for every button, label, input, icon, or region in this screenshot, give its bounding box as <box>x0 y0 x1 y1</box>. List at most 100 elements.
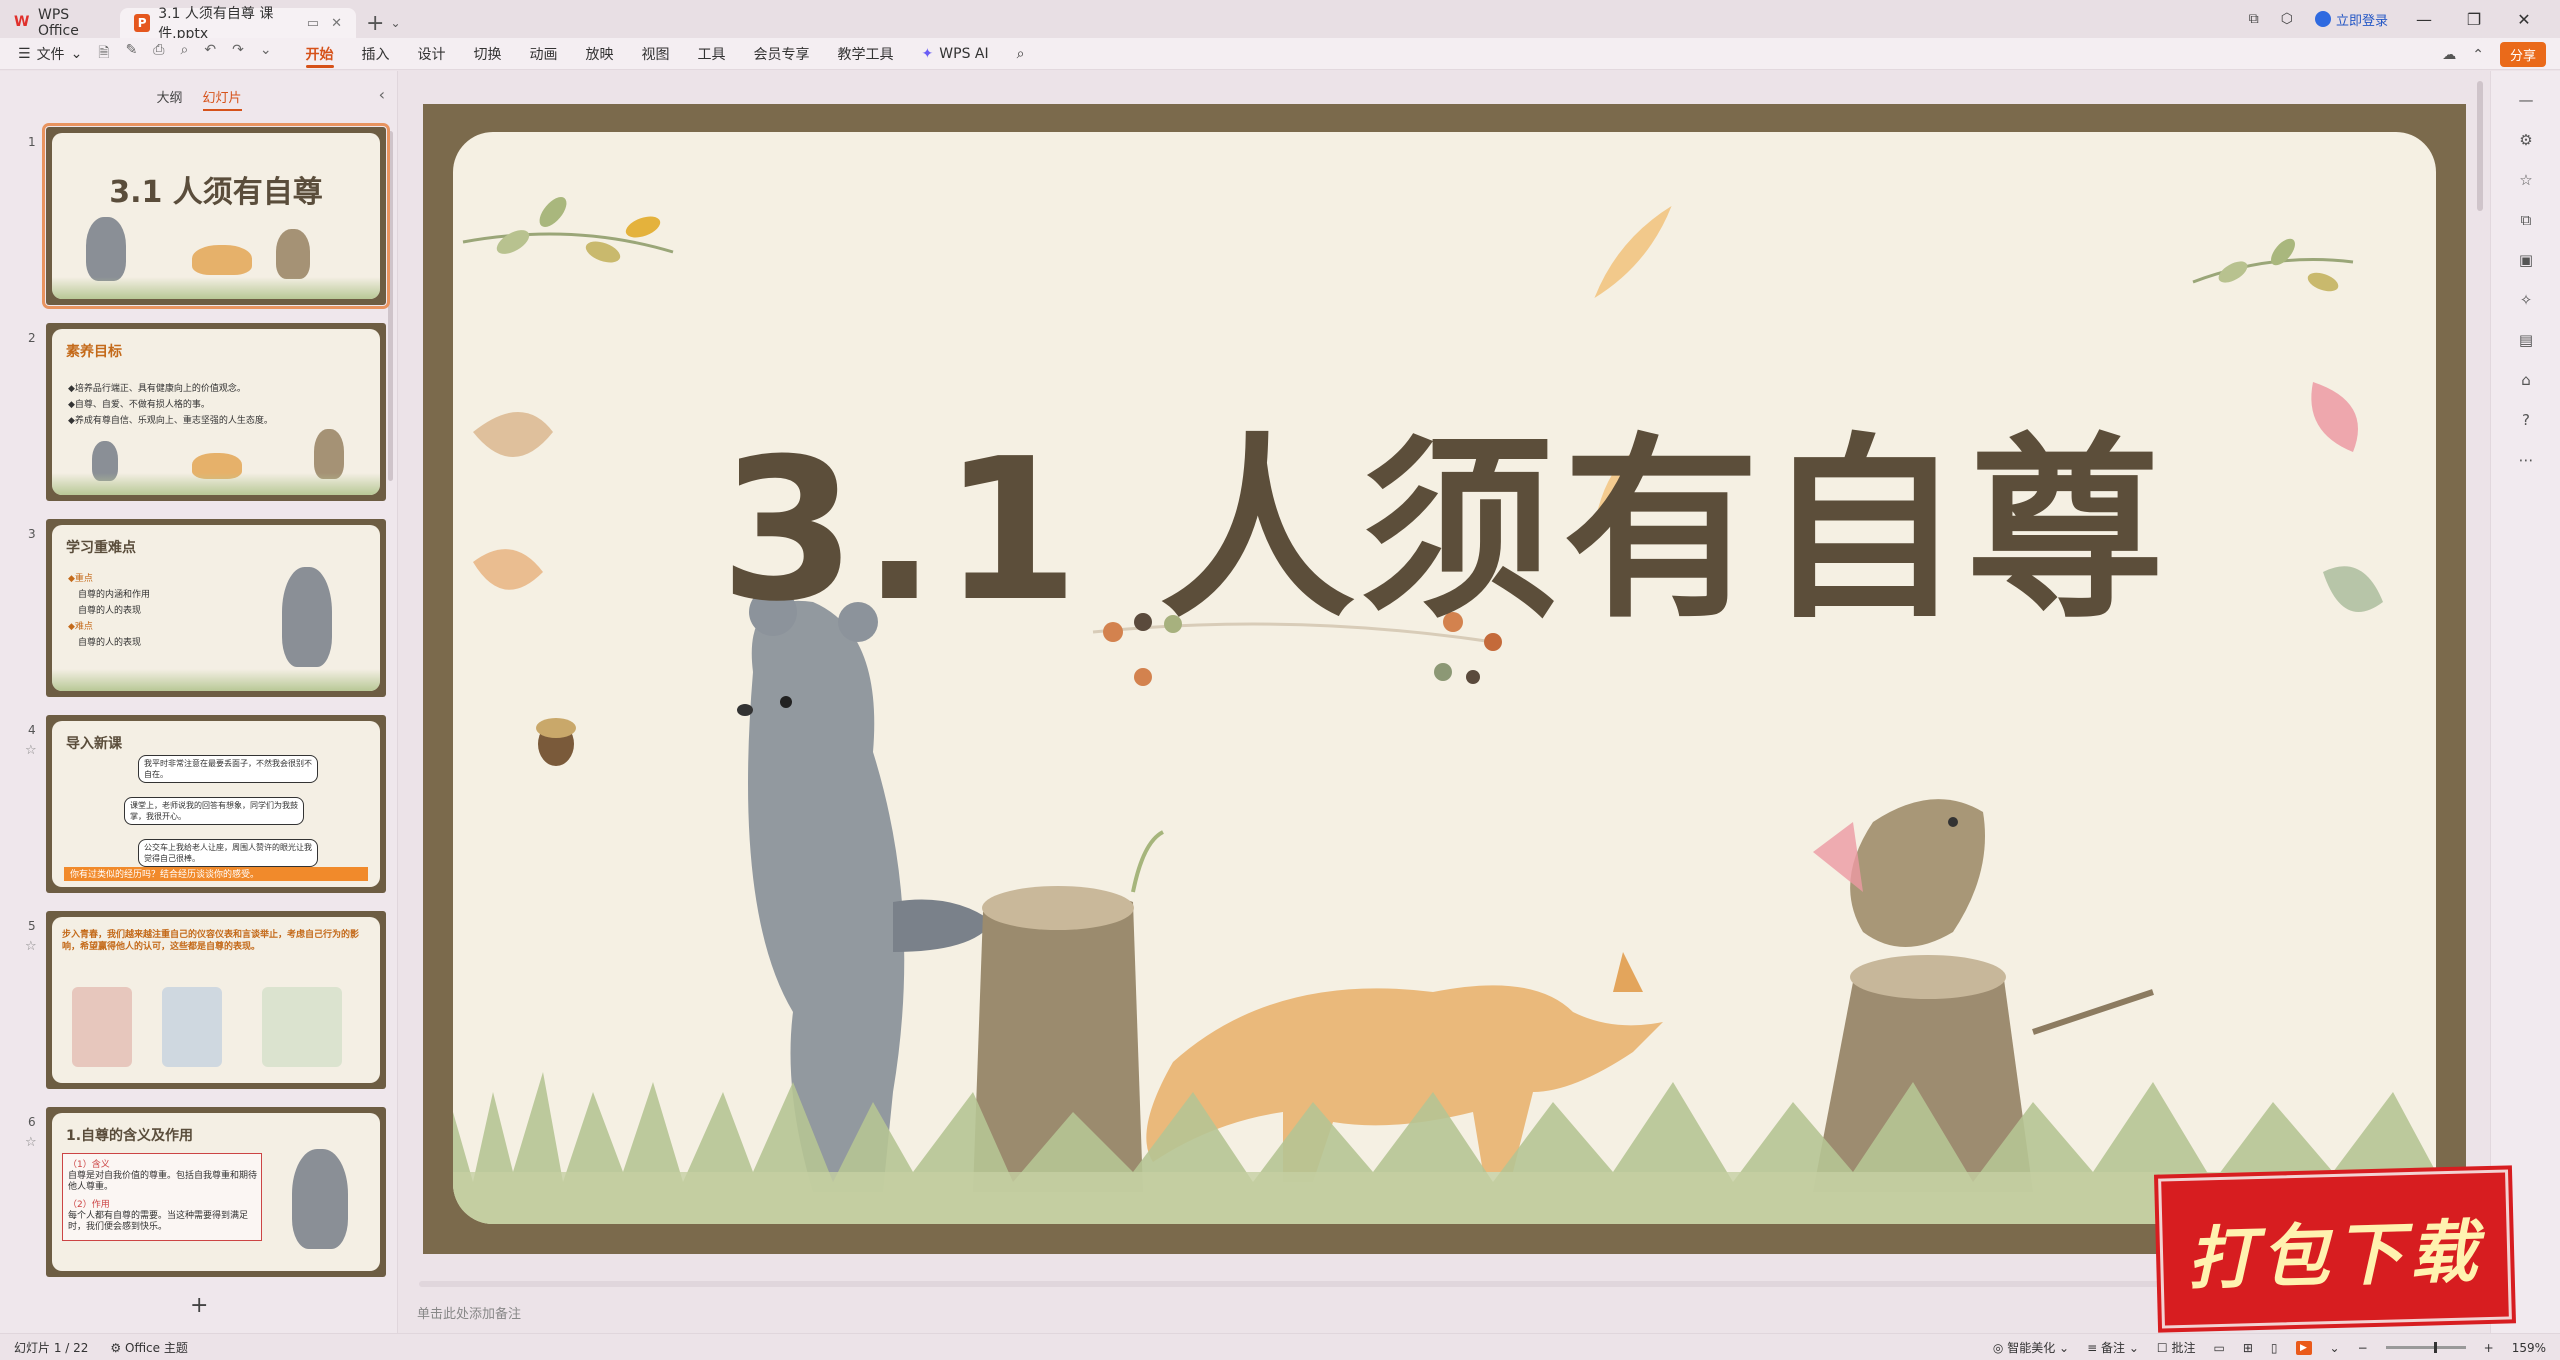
star-icon[interactable]: ☆ <box>25 743 37 758</box>
tab-list-dropdown-icon[interactable]: ⌄ <box>390 16 400 30</box>
cube-icon[interactable]: ⬡ <box>2281 11 2293 27</box>
zoom-level[interactable]: 159% <box>2512 1341 2546 1355</box>
play-slideshow-button[interactable]: ▶ <box>2295 1340 2312 1355</box>
magic-icon[interactable]: ✧ <box>2515 291 2537 313</box>
add-slide-button[interactable]: + <box>190 1293 208 1318</box>
bear-illustration <box>292 1149 348 1249</box>
menu-transition[interactable]: 切换 <box>460 38 516 70</box>
thumbnail-frame[interactable]: 3.1 人须有自尊 <box>42 123 390 309</box>
zoom-in-icon[interactable]: + <box>2484 1341 2494 1355</box>
window-layout-icon[interactable]: ⧉ <box>2249 11 2259 27</box>
save-icon[interactable]: 🗎 <box>98 42 109 66</box>
thumb-line: （2）作用 <box>68 1200 110 1210</box>
grid-view-icon[interactable]: ⊞ <box>2243 1341 2253 1355</box>
tab-wps-home[interactable]: W WPS Office <box>0 7 120 39</box>
slide-thumbnail-1[interactable]: 1 3.1 人须有自尊 <box>18 123 390 323</box>
thumb-text: 步入青春，我们越来越注重自己的仪容仪表和言谈举止，考虑自己行为的影响，希望赢得他… <box>62 930 360 952</box>
file-menu[interactable]: ☰ 文件 ⌄ <box>0 44 98 64</box>
slide-thumbnail-6[interactable]: 6 ☆ 1.自尊的含义及作用 （1）含义 自尊是对自我价值的尊重。包括自我尊重和… <box>18 1107 386 1303</box>
thumb-line: ◆重点 <box>68 574 93 584</box>
canvas-vertical-scrollbar[interactable] <box>2477 81 2483 211</box>
menu-animation[interactable]: 动画 <box>516 38 572 70</box>
minimize-button[interactable]: — <box>2410 10 2438 29</box>
menu-view[interactable]: 视图 <box>628 38 684 70</box>
new-tab-button[interactable]: + <box>366 11 384 36</box>
help-icon[interactable]: ? <box>2515 411 2537 433</box>
tab-restore-icon[interactable]: ▭ <box>307 16 319 31</box>
star-icon[interactable]: ☆ <box>25 1135 37 1150</box>
more-icon[interactable]: ⋯ <box>2515 451 2537 473</box>
star-icon[interactable]: ☆ <box>25 939 37 954</box>
slide-thumbnail-3[interactable]: 3 学习重难点 ◆重点 自尊的内涵和作用 自尊的人的表现 ◆难点 自尊的人的表现 <box>18 519 386 715</box>
slide-thumbnail-5[interactable]: 5 ☆ 步入青春，我们越来越注重自己的仪容仪表和言谈举止，考虑自己行为的影响，希… <box>18 911 386 1107</box>
search-icon[interactable]: ⌕ <box>1003 38 1039 70</box>
thumbnail-frame[interactable]: 学习重难点 ◆重点 自尊的内涵和作用 自尊的人的表现 ◆难点 自尊的人的表现 <box>46 519 386 697</box>
collapse-panel-icon[interactable]: ‹ <box>379 85 385 104</box>
slide-thumbnail-panel: 大纲 幻灯片 ‹ 1 3.1 人须有自尊 2 素养目标 ◆培养品行端正、具有健康… <box>0 71 398 1333</box>
copy-icon[interactable]: ⧉ <box>2515 211 2537 233</box>
menu-wps-ai[interactable]: ✦ WPS AI <box>908 38 1003 70</box>
thumbnail-frame[interactable]: 1.自尊的含义及作用 （1）含义 自尊是对自我价值的尊重。包括自我尊重和期待他人… <box>46 1107 386 1277</box>
print-preview-icon[interactable]: ⌕ <box>181 42 189 66</box>
print-icon[interactable]: ⎙ <box>153 42 164 66</box>
thumb-line: 自尊是对自我价值的尊重。包括自我尊重和期待他人尊重。 <box>68 1171 258 1192</box>
image-icon[interactable]: ▣ <box>2515 251 2537 273</box>
canvas-horizontal-scrollbar[interactable] <box>419 1281 2429 1287</box>
tab-close-icon[interactable]: ✕ <box>331 16 342 31</box>
slide-thumbnail-2[interactable]: 2 素养目标 ◆培养品行端正、具有健康向上的价值观念。 ◆自尊、自爱、不做有损人… <box>18 323 386 519</box>
squirrel-illustration <box>276 229 310 279</box>
close-window-button[interactable]: ✕ <box>2510 10 2538 29</box>
more-dropdown-icon[interactable]: ⌄ <box>260 42 272 66</box>
squirrel-illustration <box>314 429 344 479</box>
zoom-dropdown-icon[interactable]: ⌄ <box>2330 1341 2340 1355</box>
grass-decoration <box>52 669 380 691</box>
menu-tools[interactable]: 工具 <box>684 38 740 70</box>
book-icon[interactable]: ▤ <box>2515 331 2537 353</box>
theme-indicator[interactable]: ⚙ Office 主题 <box>110 1339 187 1356</box>
notes-placeholder[interactable]: 单击此处添加备注 <box>417 1303 521 1322</box>
tab-slides[interactable]: 幻灯片 <box>202 87 242 111</box>
star-icon[interactable]: ☆ <box>2515 171 2537 193</box>
share-label: 分享 <box>2509 49 2536 64</box>
beautify-label: 智能美化 <box>2007 1341 2056 1355</box>
restore-button[interactable]: ❐ <box>2460 10 2488 29</box>
thumbnail-frame[interactable]: 导入新课 我平时非常注意在最要丢面子，不然我会很别不自在。 课堂上，老师说我的回… <box>46 715 386 893</box>
share-button[interactable]: 分享 <box>2499 42 2546 67</box>
smart-beautify-button[interactable]: ◎ 智能美化 ⌄ <box>1993 1339 2069 1356</box>
redo-icon[interactable]: ↷ <box>232 42 244 66</box>
login-button[interactable]: 立即登录 <box>2314 10 2388 29</box>
current-slide[interactable]: 3.1 人须有自尊 <box>453 132 2436 1224</box>
menu-insert[interactable]: 插入 <box>348 38 404 70</box>
menu-member[interactable]: 会员专享 <box>740 38 824 70</box>
menu-slideshow[interactable]: 放映 <box>572 38 628 70</box>
thumb-line: ◆自尊、自爱、不做有损人格的事。 <box>68 400 210 410</box>
panel-scrollbar[interactable] <box>388 131 393 481</box>
tab-outline[interactable]: 大纲 <box>156 87 182 111</box>
slide-number: 4 <box>28 723 36 737</box>
collapse-ribbon-icon[interactable]: ⌃ <box>2472 47 2484 63</box>
thumbnail-frame[interactable]: 素养目标 ◆培养品行端正、具有健康向上的价值观念。 ◆自尊、自爱、不做有损人格的… <box>46 323 386 501</box>
slide-title[interactable]: 3.1 人须有自尊 <box>453 372 2436 655</box>
zoom-slider[interactable] <box>2385 1342 2466 1353</box>
format-painter-icon[interactable]: ✎ <box>126 42 138 66</box>
thumb-title: 3.1 人须有自尊 <box>109 175 323 210</box>
menu-home[interactable]: 开始 <box>292 38 348 70</box>
zoom-out-icon[interactable]: − <box>2358 1341 2368 1355</box>
undo-icon[interactable]: ↶ <box>204 42 216 66</box>
normal-view-icon[interactable]: ▭ <box>2213 1341 2224 1355</box>
notes-toggle-button[interactable]: ≡ 备注 ⌄ <box>2087 1339 2139 1356</box>
cloud-sync-icon[interactable]: ☁ <box>2442 47 2456 63</box>
zoom-knob[interactable] <box>2433 1342 2437 1353</box>
thumbnail-frame[interactable]: 步入青春，我们越来越注重自己的仪容仪表和言谈举止，考虑自己行为的影响，希望赢得他… <box>46 911 386 1089</box>
slide-thumbnail-4[interactable]: 4 ☆ 导入新课 我平时非常注意在最要丢面子，不然我会很别不自在。 课堂上，老师… <box>18 715 386 911</box>
menu-design[interactable]: 设计 <box>404 38 460 70</box>
menu-teaching-tools[interactable]: 教学工具 <box>824 38 908 70</box>
tab-document[interactable]: P 3.1 人须有自尊 课件.pptx ▭ ✕ <box>120 6 356 42</box>
comments-button[interactable]: ☐ 批注 <box>2157 1339 2196 1356</box>
properties-icon[interactable]: ⚙ <box>2515 131 2537 153</box>
thumb-line: ◆难点 <box>68 622 93 632</box>
minus-icon[interactable]: — <box>2515 91 2537 113</box>
reading-view-icon[interactable]: ▯ <box>2271 1341 2278 1355</box>
download-watermark: 打包下载 <box>2158 1169 2512 1329</box>
shirt-icon[interactable]: ⌂ <box>2515 371 2537 393</box>
